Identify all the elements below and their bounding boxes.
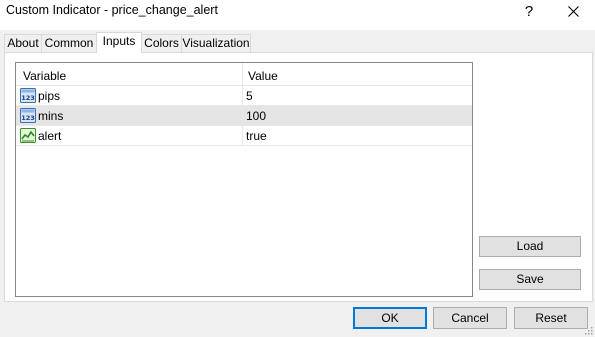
close-button[interactable]: [552, 0, 595, 22]
svg-text:123: 123: [21, 114, 35, 122]
title-bar: Custom Indicator - price_change_alert ?: [0, 0, 595, 30]
resize-grip-icon[interactable]: [583, 325, 593, 335]
numeric-123-icon: 123: [20, 108, 36, 123]
grid-row-pips[interactable]: 123 pips 5: [16, 86, 472, 106]
load-button[interactable]: Load: [479, 236, 581, 257]
grid-row-alert[interactable]: alert true: [16, 126, 472, 146]
tab-visualization[interactable]: Visualization: [181, 34, 251, 52]
variable-name: mins: [38, 109, 64, 123]
window-title: Custom Indicator - price_change_alert: [6, 3, 218, 17]
row-divider: [242, 126, 243, 146]
tab-about[interactable]: About: [4, 34, 42, 52]
variable-name: pips: [38, 89, 61, 103]
help-button[interactable]: ?: [509, 0, 549, 22]
svg-text:123: 123: [21, 94, 35, 102]
column-header-value[interactable]: Value: [248, 69, 278, 83]
inputs-grid: Variable Value 123 pips 5 123 mins 100 a…: [15, 62, 473, 297]
variable-value[interactable]: 5: [246, 89, 253, 103]
grid-header: Variable Value: [16, 63, 472, 86]
column-header-variable[interactable]: Variable: [23, 69, 66, 83]
numeric-123-icon: 123: [20, 88, 36, 103]
tab-common[interactable]: Common: [41, 34, 97, 52]
tab-inputs[interactable]: Inputs: [96, 32, 142, 53]
tab-colors[interactable]: Colors: [141, 34, 182, 52]
row-divider: [242, 106, 243, 126]
inputs-panel: Variable Value 123 pips 5 123 mins 100 a…: [4, 52, 593, 302]
cancel-button[interactable]: Cancel: [433, 307, 507, 329]
boolean-chart-icon: [20, 128, 36, 143]
grid-row-mins[interactable]: 123 mins 100: [16, 106, 472, 126]
ok-button[interactable]: OK: [353, 307, 427, 329]
save-button[interactable]: Save: [479, 269, 581, 290]
close-icon: [568, 5, 579, 17]
variable-value[interactable]: true: [246, 129, 267, 143]
reset-button[interactable]: Reset: [514, 307, 588, 329]
variable-name: alert: [38, 129, 62, 143]
variable-value[interactable]: 100: [246, 109, 266, 123]
column-divider[interactable]: [242, 63, 243, 86]
row-divider: [242, 86, 243, 106]
